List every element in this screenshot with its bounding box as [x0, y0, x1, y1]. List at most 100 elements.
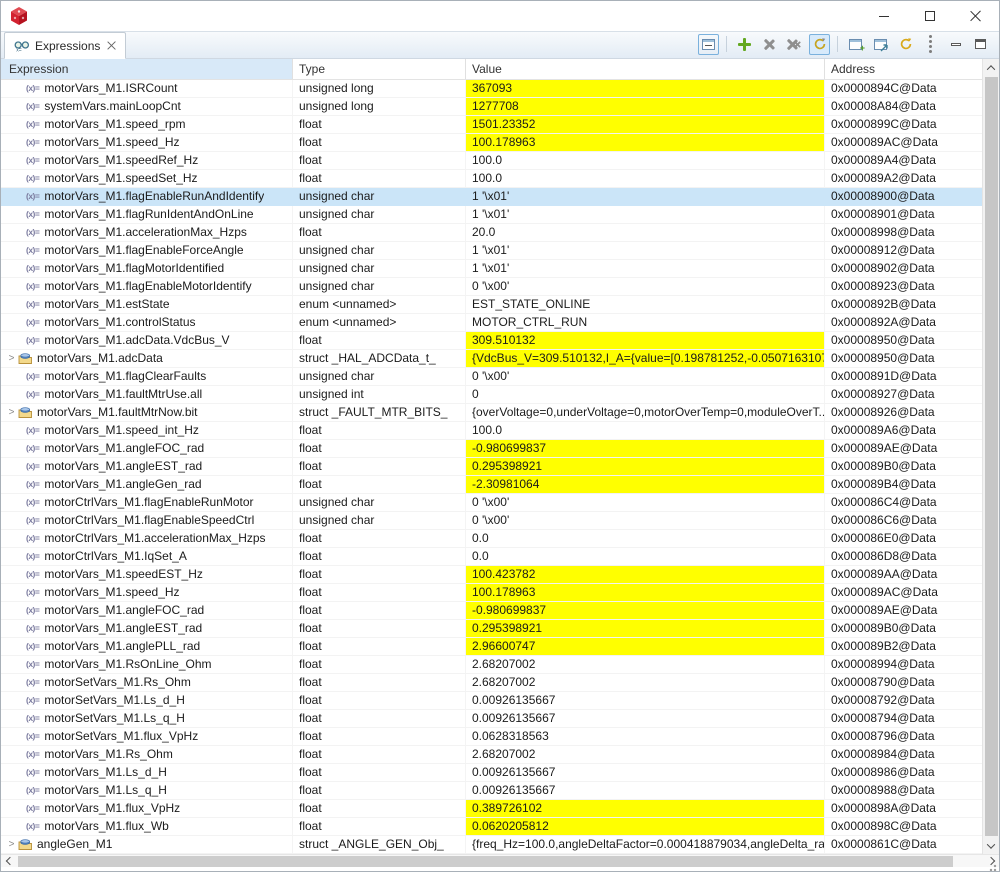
resize-grip[interactable] — [987, 864, 997, 872]
expression-value[interactable]: 2.96600747 — [466, 638, 825, 655]
expression-cell[interactable]: > (x)= motorVars_M1.speedSet_Hz — [1, 170, 293, 187]
expression-row[interactable]: > (x)= motorVars_M1.angleFOC_rad float -… — [1, 440, 982, 458]
expression-value[interactable]: MOTOR_CTRL_RUN — [466, 314, 825, 331]
collapse-all-icon[interactable] — [698, 34, 719, 55]
expression-row[interactable]: > (x)= motorSetVars_M1.Ls_q_H float 0.00… — [1, 710, 982, 728]
expression-row[interactable]: > (x)= motorVars_M1.flagRunIdentAndOnLin… — [1, 206, 982, 224]
expression-cell[interactable]: > (x)= motorVars_M1.accelerationMax_Hzps — [1, 224, 293, 241]
scroll-down-arrow[interactable] — [983, 837, 999, 854]
expression-row[interactable]: > (x)= motorVars_M1.estState enum <unnam… — [1, 296, 982, 314]
expression-value[interactable]: -0.980699837 — [466, 602, 825, 619]
tab-close-icon[interactable] — [107, 41, 116, 50]
expression-value[interactable]: 0.389726102 — [466, 800, 825, 817]
add-expression-icon[interactable] — [734, 34, 755, 55]
expression-row[interactable]: > (x)= motorVars_M1.flux_Wb float 0.0620… — [1, 818, 982, 836]
expression-value[interactable]: 100.0 — [466, 170, 825, 187]
expression-cell[interactable]: > (x)= motorVars_M1.speedRef_Hz — [1, 152, 293, 169]
expression-row[interactable]: > (x)= motorVars_M1.anglePLL_rad float 2… — [1, 638, 982, 656]
expression-value[interactable]: 1 '\x01' — [466, 188, 825, 205]
expression-row[interactable]: > (x)= motorVars_M1.speed_int_Hz float 1… — [1, 422, 982, 440]
expression-cell[interactable]: > (x)= motorVars_M1.flagClearFaults — [1, 368, 293, 385]
expression-cell[interactable]: > (x)= motorVars_M1.speed_int_Hz — [1, 422, 293, 439]
expression-cell[interactable]: > (x)= motorVars_M1.estState — [1, 296, 293, 313]
expression-row[interactable]: > (x)= motorVars_M1.ISRCount unsigned lo… — [1, 80, 982, 98]
expression-cell[interactable]: > (x)= angleGen_M1 — [1, 836, 293, 853]
expression-cell[interactable]: > (x)= motorVars_M1.Rs_Ohm — [1, 746, 293, 763]
expression-cell[interactable]: > (x)= motorVars_M1.angleFOC_rad — [1, 440, 293, 457]
expression-row[interactable]: > (x)= motorVars_M1.speed_Hz float 100.1… — [1, 584, 982, 602]
expression-cell[interactable]: > (x)= motorVars_M1.adcData — [1, 350, 293, 367]
expression-cell[interactable]: > (x)= motorVars_M1.flagEnableForceAngle — [1, 242, 293, 259]
expression-value[interactable]: 0.00926135667 — [466, 710, 825, 727]
expression-cell[interactable]: > (x)= motorCtrlVars_M1.IqSet_A — [1, 548, 293, 565]
expression-value[interactable]: 309.510132 — [466, 332, 825, 349]
expression-cell[interactable]: > (x)= motorVars_M1.ISRCount — [1, 80, 293, 97]
expression-row[interactable]: > (x)= motorVars_M1.Rs_Ohm float 2.68207… — [1, 746, 982, 764]
expression-value[interactable]: 2.68207002 — [466, 746, 825, 763]
window-close-button[interactable] — [953, 1, 999, 31]
expression-cell[interactable]: > (x)= motorVars_M1.speed_Hz — [1, 134, 293, 151]
expression-row[interactable]: > (x)= motorSetVars_M1.flux_VpHz float 0… — [1, 728, 982, 746]
window-maximize-button[interactable] — [907, 1, 953, 31]
expression-value[interactable]: 0.00926135667 — [466, 764, 825, 781]
expand-chevron-icon[interactable]: > — [6, 351, 17, 367]
expression-cell[interactable]: > (x)= motorVars_M1.speed_Hz — [1, 584, 293, 601]
expression-value[interactable]: 1 '\x01' — [466, 206, 825, 223]
expression-row[interactable]: > (x)= motorVars_M1.speed_rpm float 1501… — [1, 116, 982, 134]
expression-cell[interactable]: > (x)= motorVars_M1.flagEnableRunAndIden… — [1, 188, 293, 205]
expression-value[interactable]: 0.00926135667 — [466, 782, 825, 799]
expression-row[interactable]: > (x)= motorVars_M1.Ls_q_H float 0.00926… — [1, 782, 982, 800]
expression-cell[interactable]: > (x)= motorVars_M1.adcData.VdcBus_V — [1, 332, 293, 349]
expression-row[interactable]: > (x)= motorSetVars_M1.Ls_d_H float 0.00… — [1, 692, 982, 710]
expression-value[interactable]: EST_STATE_ONLINE — [466, 296, 825, 313]
tab-expressions[interactable]: x= Expressions — [4, 32, 126, 59]
expression-cell[interactable]: > (x)= motorVars_M1.flux_VpHz — [1, 800, 293, 817]
expression-row[interactable]: > (x)= motorVars_M1.flagClearFaults unsi… — [1, 368, 982, 386]
expression-value[interactable]: 0 — [466, 386, 825, 403]
expression-cell[interactable]: > (x)= motorVars_M1.flagMotorIdentified — [1, 260, 293, 277]
column-header-address[interactable]: Address — [825, 59, 982, 79]
expression-value[interactable]: -0.980699837 — [466, 440, 825, 457]
expression-row[interactable]: > (x)= motorVars_M1.accelerationMax_Hzps… — [1, 224, 982, 242]
expression-row[interactable]: > (x)= motorVars_M1.RsOnLine_Ohm float 2… — [1, 656, 982, 674]
expression-value[interactable]: {freq_Hz=100.0,angleDeltaFactor=0.000418… — [466, 836, 825, 853]
expression-cell[interactable]: > (x)= motorVars_M1.speed_rpm — [1, 116, 293, 133]
column-header-type[interactable]: Type — [293, 59, 466, 79]
expression-row[interactable]: > (x)= motorVars_M1.controlStatus enum <… — [1, 314, 982, 332]
expression-row[interactable]: > (x)= motorVars_M1.adcData struct _HAL_… — [1, 350, 982, 368]
expression-cell[interactable]: > (x)= motorSetVars_M1.Ls_q_H — [1, 710, 293, 727]
expression-row[interactable]: > (x)= motorVars_M1.flagEnableMotorIdent… — [1, 278, 982, 296]
expression-value[interactable]: 100.0 — [466, 422, 825, 439]
expression-cell[interactable]: > (x)= motorVars_M1.flux_Wb — [1, 818, 293, 835]
expression-cell[interactable]: > (x)= motorSetVars_M1.flux_VpHz — [1, 728, 293, 745]
expression-row[interactable]: > (x)= motorCtrlVars_M1.accelerationMax_… — [1, 530, 982, 548]
new-expressions-view-icon[interactable]: + — [845, 34, 866, 55]
expression-value[interactable]: 1 '\x01' — [466, 242, 825, 259]
vertical-scrollbar-thumb[interactable] — [985, 77, 998, 836]
expression-value[interactable]: 100.178963 — [466, 134, 825, 151]
expression-value[interactable]: 0 '\x00' — [466, 512, 825, 529]
expression-value[interactable]: 20.0 — [466, 224, 825, 241]
scroll-left-arrow[interactable] — [1, 855, 18, 868]
expression-row[interactable]: > (x)= motorVars_M1.speedEST_Hz float 10… — [1, 566, 982, 584]
expression-value[interactable]: 1501.23352 — [466, 116, 825, 133]
expression-value[interactable]: 2.68207002 — [466, 656, 825, 673]
expression-row[interactable]: > (x)= motorVars_M1.flux_VpHz float 0.38… — [1, 800, 982, 818]
expression-cell[interactable]: > (x)= motorVars_M1.anglePLL_rad — [1, 638, 293, 655]
expression-cell[interactable]: > (x)= motorVars_M1.speedEST_Hz — [1, 566, 293, 583]
expression-cell[interactable]: > (x)= motorVars_M1.Ls_q_H — [1, 782, 293, 799]
expression-value[interactable]: 0.0 — [466, 548, 825, 565]
expression-value[interactable]: 0.295398921 — [466, 620, 825, 637]
expression-value[interactable]: 100.178963 — [466, 584, 825, 601]
expression-row[interactable]: > (x)= motorVars_M1.flagMotorIdentified … — [1, 260, 982, 278]
expression-cell[interactable]: > (x)= motorVars_M1.faultMtrUse.all — [1, 386, 293, 403]
refresh-icon[interactable] — [809, 34, 830, 55]
column-header-expression[interactable]: Expression — [1, 59, 293, 79]
expression-value[interactable]: 0 '\x00' — [466, 368, 825, 385]
expression-row[interactable]: > (x)= motorVars_M1.angleEST_rad float 0… — [1, 458, 982, 476]
reevaluate-icon[interactable] — [895, 34, 916, 55]
expression-cell[interactable]: > (x)= motorVars_M1.flagEnableMotorIdent… — [1, 278, 293, 295]
expression-row[interactable]: > (x)= motorCtrlVars_M1.flagEnableRunMot… — [1, 494, 982, 512]
column-header-value[interactable]: Value — [466, 59, 825, 79]
expression-cell[interactable]: > (x)= motorCtrlVars_M1.flagEnableRunMot… — [1, 494, 293, 511]
